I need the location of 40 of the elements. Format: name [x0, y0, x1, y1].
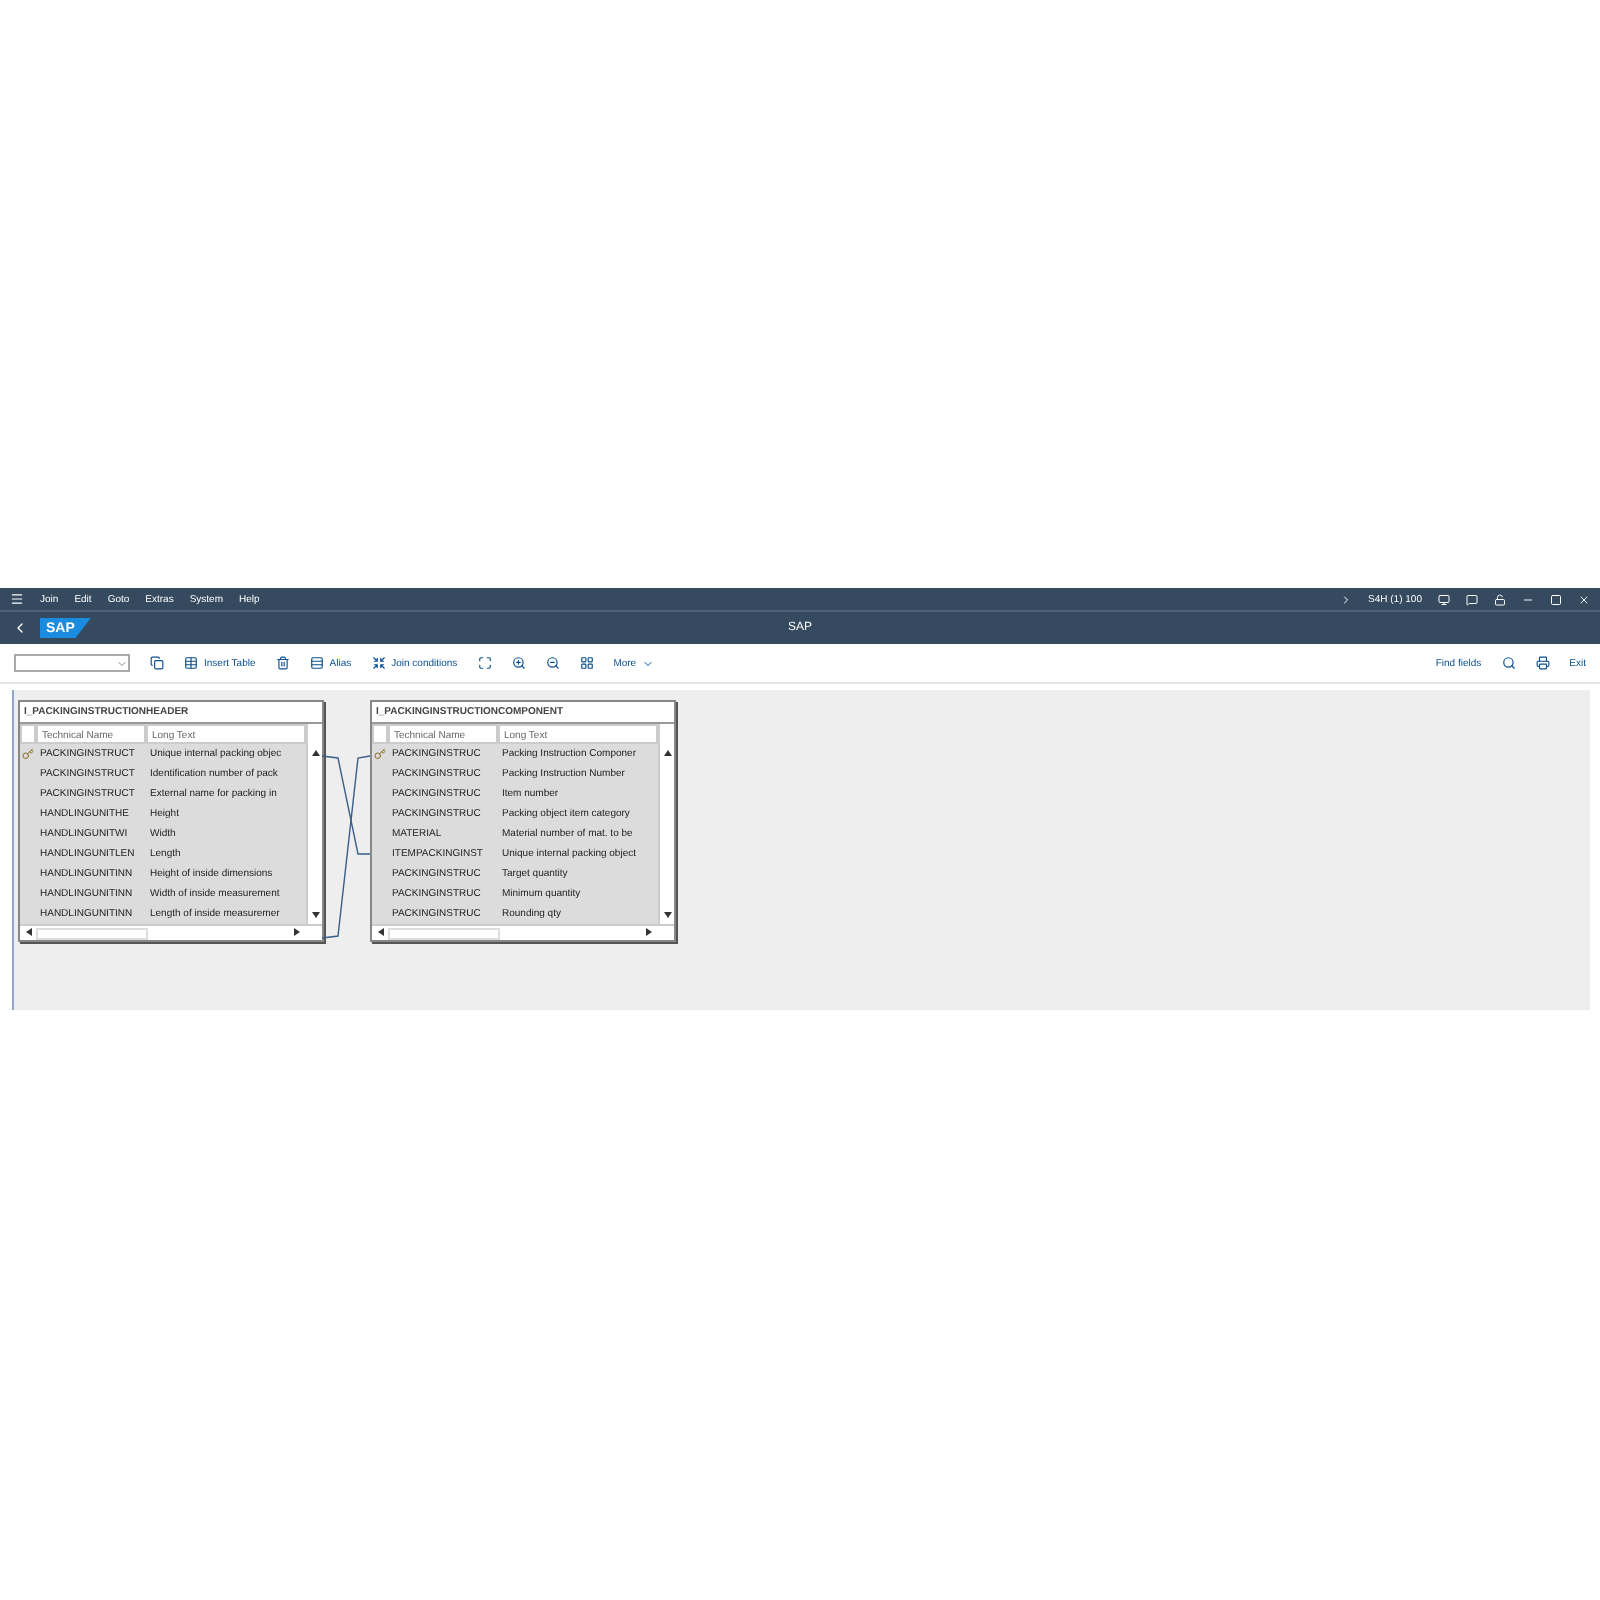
vertical-scrollbar[interactable] — [658, 724, 674, 924]
chevron-right-icon[interactable] — [1340, 593, 1353, 605]
monitor-icon[interactable] — [1438, 593, 1450, 605]
arrows-icon — [371, 656, 386, 670]
dropdown-field[interactable] — [14, 654, 130, 672]
zoom-in-icon[interactable] — [511, 656, 526, 670]
column-header — [20, 724, 36, 744]
unlock-icon[interactable] — [1494, 593, 1506, 605]
up-arrow-icon[interactable] — [663, 748, 671, 758]
chevron-down-icon — [642, 657, 655, 669]
grid-icon[interactable] — [579, 656, 594, 670]
horizontal-scrollbar[interactable] — [20, 924, 322, 940]
menu-icon[interactable] — [10, 592, 24, 606]
table-node[interactable] — [18, 700, 324, 942]
column-header — [372, 724, 388, 744]
right-arrow-icon[interactable] — [294, 928, 302, 938]
down-arrow-icon[interactable] — [311, 910, 319, 920]
close-icon[interactable] — [1578, 593, 1590, 605]
left-arrow-icon[interactable] — [24, 928, 32, 938]
zoom-out-icon[interactable] — [545, 656, 560, 670]
left-arrow-icon[interactable] — [376, 928, 384, 938]
vertical-scrollbar[interactable] — [306, 724, 322, 924]
list-icon — [309, 656, 324, 670]
minimize-icon[interactable] — [1522, 593, 1534, 605]
right-arrow-icon[interactable] — [646, 928, 654, 938]
chat-icon[interactable] — [1466, 593, 1478, 605]
printer-icon[interactable] — [1535, 656, 1550, 670]
back-icon[interactable] — [12, 620, 28, 636]
table-node[interactable] — [370, 700, 676, 942]
restore-icon[interactable] — [1550, 593, 1562, 605]
key-icon — [374, 748, 386, 760]
down-arrow-icon[interactable] — [663, 910, 671, 920]
up-arrow-icon[interactable] — [311, 748, 319, 758]
copy-icon[interactable] — [150, 656, 164, 670]
table-icon — [184, 656, 198, 670]
expand-icon[interactable] — [477, 656, 492, 670]
key-icon — [22, 748, 34, 760]
search-icon[interactable] — [1501, 656, 1516, 670]
horizontal-scrollbar[interactable] — [372, 924, 674, 940]
trash-icon[interactable] — [275, 656, 290, 670]
